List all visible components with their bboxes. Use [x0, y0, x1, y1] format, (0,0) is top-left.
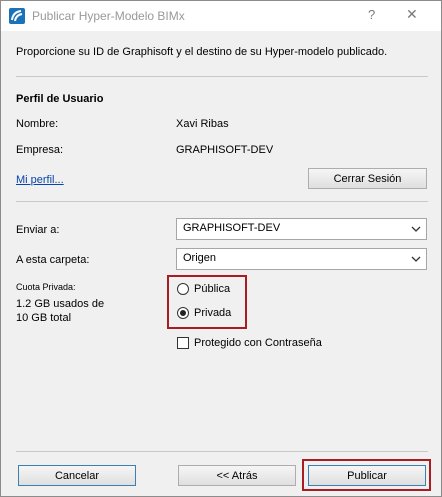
name-label: Nombre:	[16, 118, 59, 130]
private-label[interactable]: Privada	[194, 307, 231, 319]
chevron-down-icon	[411, 226, 421, 232]
send-to-select[interactable]: GRAPHISOFT-DEV	[176, 218, 427, 240]
private-radio[interactable]	[177, 307, 189, 319]
logout-button[interactable]: Cerrar Sesión	[308, 168, 427, 189]
password-label[interactable]: Protegido con Contraseña	[194, 337, 322, 349]
intro-text: Proporcione su ID de Graphisoft y el des…	[16, 46, 388, 58]
profile-heading: Perfil de Usuario	[16, 93, 104, 105]
quota-used: 1.2 GB usados de	[16, 298, 105, 310]
send-to-value: GRAPHISOFT-DEV	[183, 222, 281, 234]
radio-selected-dot	[180, 310, 186, 316]
publish-dialog: Publicar Hyper-Modelo BIMx ? ✕ Proporcio…	[0, 0, 442, 497]
back-button[interactable]: << Atrás	[178, 465, 296, 486]
quota-label: Cuota Privada:	[16, 282, 76, 292]
company-label: Empresa:	[16, 144, 64, 156]
quota-total: 10 GB total	[16, 312, 72, 324]
public-radio[interactable]	[177, 283, 189, 295]
divider	[16, 76, 428, 77]
bimx-app-icon	[9, 8, 25, 24]
password-checkbox[interactable]	[177, 337, 189, 349]
my-profile-link[interactable]: Mi perfil...	[16, 174, 64, 186]
folder-label: A esta carpeta:	[16, 254, 90, 266]
send-to-label: Enviar a:	[16, 224, 60, 236]
folder-value: Origen	[183, 252, 217, 264]
public-label[interactable]: Pública	[194, 283, 230, 295]
title-bar: Publicar Hyper-Modelo BIMx ? ✕	[1, 1, 441, 31]
cancel-button[interactable]: Cancelar	[18, 465, 136, 486]
chevron-down-icon	[411, 256, 421, 262]
publish-button[interactable]: Publicar	[308, 465, 426, 486]
divider	[16, 201, 428, 202]
help-button[interactable]: ?	[368, 7, 375, 22]
dialog-content: Proporcione su ID de Graphisoft y el des…	[1, 31, 441, 496]
company-value: GRAPHISOFT-DEV	[176, 144, 274, 156]
name-value: Xavi Ribas	[176, 118, 229, 130]
folder-select[interactable]: Origen	[176, 248, 427, 270]
window-title: Publicar Hyper-Modelo BIMx	[32, 9, 185, 23]
divider	[16, 451, 428, 452]
close-button[interactable]: ✕	[406, 6, 418, 23]
